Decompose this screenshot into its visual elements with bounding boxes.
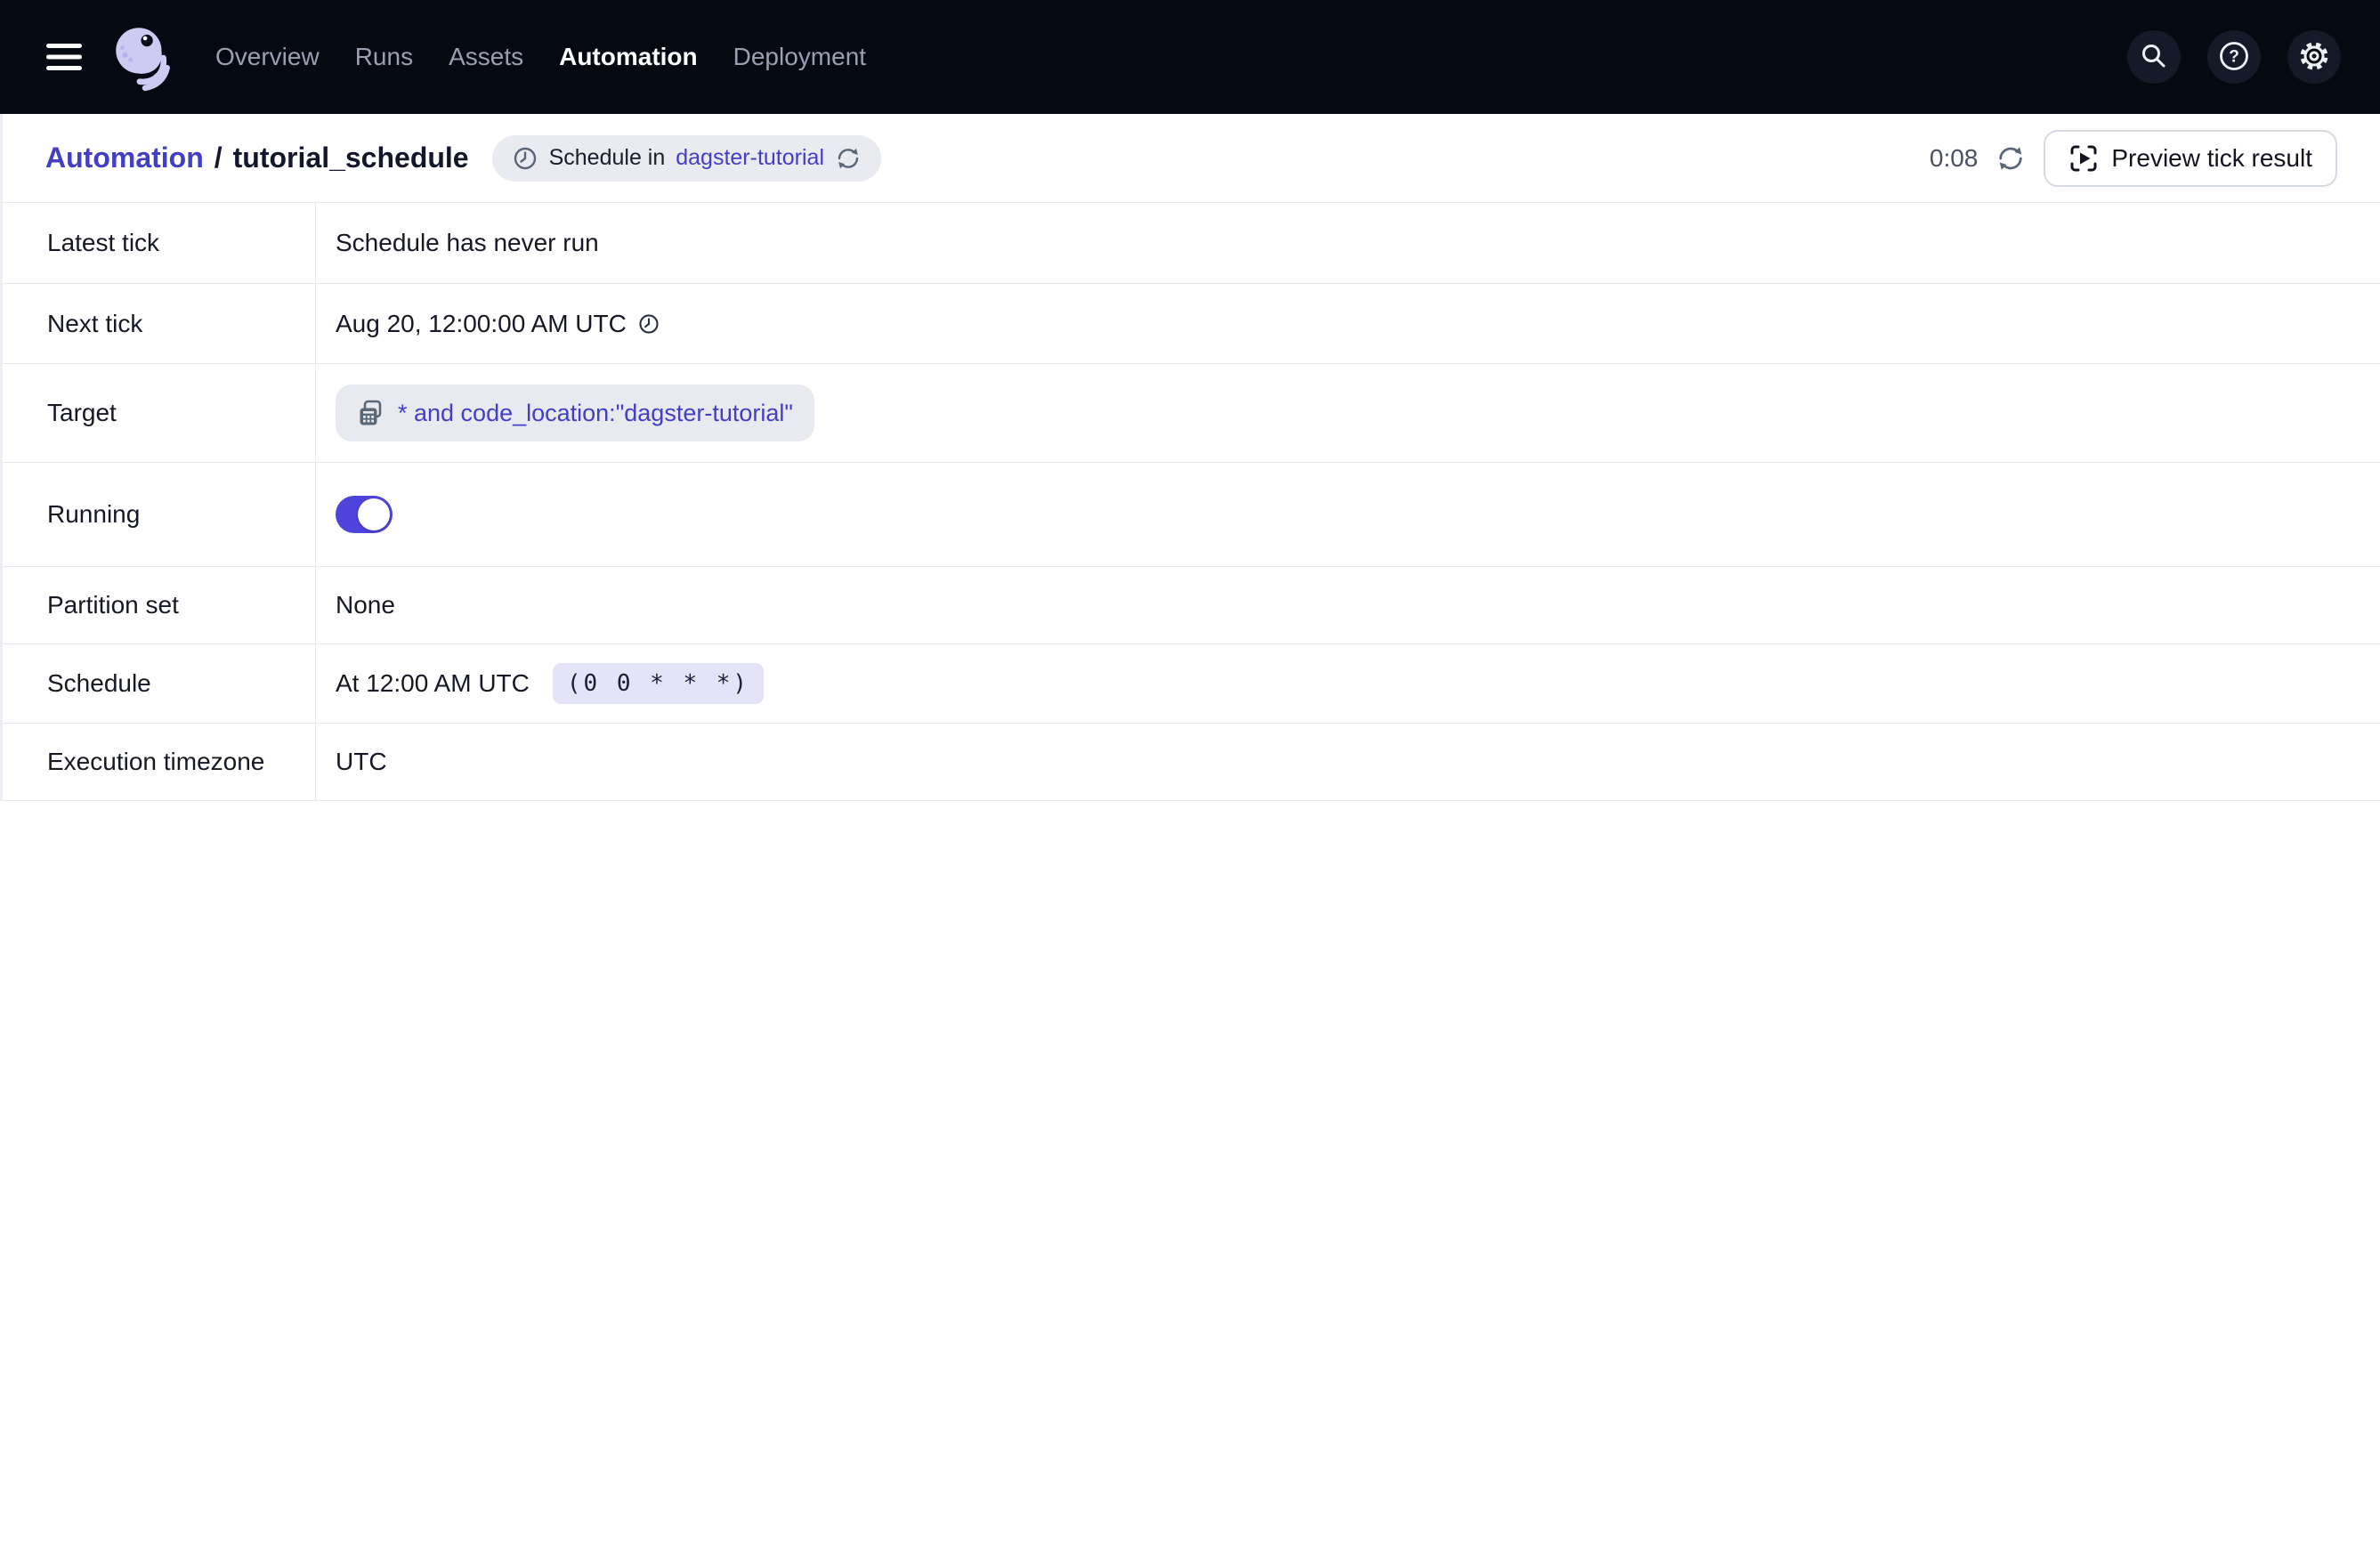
dagster-logo[interactable] [105, 19, 182, 95]
help-icon: ? [2217, 39, 2251, 76]
settings-button[interactable] [2287, 30, 2341, 84]
table-row-target: Target * and code_locat [3, 364, 2380, 463]
row-label: Schedule [3, 644, 316, 723]
breadcrumb-automation-link[interactable]: Automation [45, 142, 204, 174]
table-row-latest-tick: Latest tick Schedule has never run [3, 203, 2380, 284]
help-button[interactable]: ? [2207, 30, 2261, 84]
row-label: Next tick [3, 284, 316, 363]
schedule-location-badge: Schedule in dagster-tutorial [492, 135, 881, 182]
refresh-icon [1995, 143, 2026, 174]
nav-tab-runs[interactable]: Runs [355, 43, 413, 71]
breadcrumb: Automation / tutorial_schedule [45, 142, 469, 174]
header-actions: 0:08 Preview tic [1930, 130, 2337, 187]
preview-tick-icon [2068, 143, 2099, 174]
preview-tick-result-button[interactable]: Preview tick result [2044, 130, 2337, 187]
schedule-human-readable: At 12:00 AM UTC [336, 669, 530, 698]
nav-tab-deployment[interactable]: Deployment [733, 43, 866, 71]
row-label: Target [3, 364, 316, 462]
asset-selection-pill[interactable]: * and code_location:"dagster-tutorial" [336, 384, 814, 441]
top-navbar: Overview Runs Assets Automation Deployme… [0, 0, 2380, 114]
toggle-knob [358, 498, 390, 530]
cron-expression-pill: (0 0 * * *) [553, 663, 764, 704]
latest-tick-value: Schedule has never run [336, 229, 599, 257]
next-tick-value: Aug 20, 12:00:00 AM UTC [336, 310, 627, 338]
breadcrumb-separator: / [215, 142, 223, 174]
svg-text:?: ? [2229, 47, 2239, 66]
navbar-actions: ? [2127, 30, 2341, 84]
menu-hamburger-icon[interactable] [39, 32, 89, 82]
nav-tab-automation[interactable]: Automation [559, 43, 698, 71]
table-row-schedule: Schedule At 12:00 AM UTC (0 0 * * *) [3, 644, 2380, 724]
timezone-clock-icon[interactable] [637, 312, 660, 336]
search-button[interactable] [2127, 30, 2181, 84]
row-label: Execution timezone [3, 724, 316, 800]
refresh-countdown: 0:08 [1930, 144, 1979, 173]
table-row-next-tick: Next tick Aug 20, 12:00:00 AM UTC [3, 284, 2380, 364]
gear-icon [2297, 39, 2331, 76]
nav-tab-overview[interactable]: Overview [215, 43, 320, 71]
refresh-button[interactable] [1995, 143, 2026, 174]
clock-icon [512, 145, 538, 172]
execution-timezone-value: UTC [336, 748, 387, 776]
page-title: tutorial_schedule [233, 142, 469, 174]
running-toggle[interactable] [336, 496, 393, 533]
schedule-details-table: Latest tick Schedule has never run Next … [0, 203, 2380, 801]
search-icon [2139, 41, 2169, 74]
page-header: Automation / tutorial_schedule Schedule … [0, 114, 2380, 203]
table-row-execution-timezone: Execution timezone UTC [3, 724, 2380, 801]
row-label: Running [3, 463, 316, 566]
asset-group-icon [357, 399, 385, 427]
table-row-running: Running [3, 463, 2380, 567]
partition-set-value: None [336, 591, 395, 619]
table-row-partition-set: Partition set None [3, 567, 2380, 644]
reload-location-icon[interactable] [835, 145, 862, 172]
badge-prefix-label: Schedule in [549, 145, 666, 171]
primary-nav: Overview Runs Assets Automation Deployme… [215, 43, 866, 71]
row-label: Partition set [3, 567, 316, 643]
row-label: Latest tick [3, 203, 316, 283]
target-selection-text: * and code_location:"dagster-tutorial" [398, 400, 793, 427]
preview-button-label: Preview tick result [2111, 144, 2312, 173]
nav-tab-assets[interactable]: Assets [449, 43, 523, 71]
code-location-link[interactable]: dagster-tutorial [676, 145, 824, 171]
